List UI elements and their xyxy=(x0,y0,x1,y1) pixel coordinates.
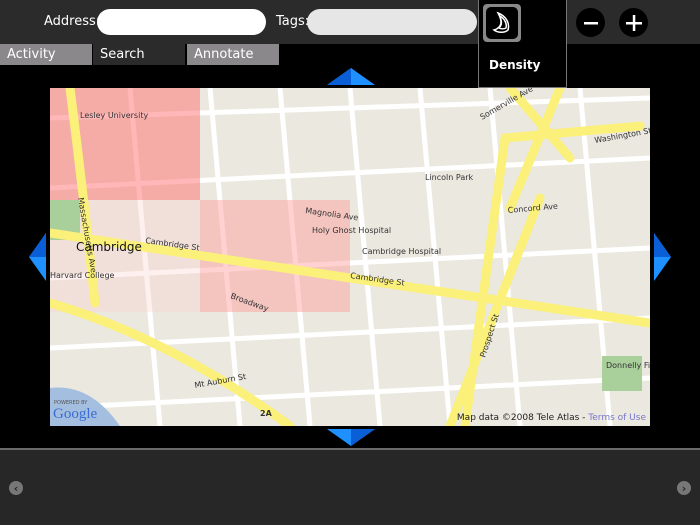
density-button[interactable] xyxy=(483,4,521,42)
density-icon xyxy=(492,11,510,33)
bottom-panel xyxy=(0,448,700,525)
pan-up-arrow[interactable] xyxy=(327,68,375,85)
map-label-cambridge-hospital: Cambridge Hospital xyxy=(362,247,441,256)
map-label-holy-ghost: Holy Ghost Hospital xyxy=(312,226,391,235)
plus-icon xyxy=(625,14,642,31)
map-label-cambridge: Cambridge xyxy=(76,240,142,254)
address-input[interactable] xyxy=(97,9,266,35)
attribution-text: Map data ©2008 Tele Atlas - xyxy=(456,413,589,423)
minus-icon xyxy=(583,21,598,24)
density-menu-item[interactable]: Density xyxy=(489,58,540,72)
tab-annotate[interactable]: Annotate xyxy=(187,44,279,65)
pan-left-arrow[interactable] xyxy=(29,233,46,281)
density-menu: Density xyxy=(478,0,567,88)
map-label-harvard: Harvard College xyxy=(50,271,115,280)
scroll-left-button[interactable]: ‹ xyxy=(9,481,23,495)
map-attribution: Map data ©2008 Tele Atlas - Terms of Use xyxy=(457,413,646,423)
address-label: Address: xyxy=(44,14,101,29)
zoom-out-button[interactable] xyxy=(576,8,605,37)
pan-right-arrow[interactable] xyxy=(654,233,671,281)
map-tiles: Lesley University Cambridge St Cambridge… xyxy=(50,88,650,426)
tags-input[interactable] xyxy=(307,9,477,35)
toolbar: Address: Tags: xyxy=(0,0,700,44)
scroll-right-button[interactable]: › xyxy=(677,481,691,495)
map-label-lincoln: Lincoln Park xyxy=(425,173,474,182)
google-logo: Google xyxy=(53,406,98,422)
tab-search[interactable]: Search xyxy=(93,44,185,65)
map-label-donnelly: Donnelly Field xyxy=(606,361,650,370)
chevron-left-icon: ‹ xyxy=(13,481,19,495)
pan-down-arrow[interactable] xyxy=(327,429,375,446)
terms-of-use-link[interactable]: Terms of Use xyxy=(588,413,646,423)
tags-label: Tags: xyxy=(276,14,310,29)
zoom-in-button[interactable] xyxy=(619,8,648,37)
map-label-lesley: Lesley University xyxy=(80,111,148,120)
tab-activity[interactable]: Activity xyxy=(0,44,92,65)
map-route-shield: 2A xyxy=(260,409,273,418)
chevron-right-icon: › xyxy=(681,481,687,495)
map[interactable]: Lesley University Cambridge St Cambridge… xyxy=(50,88,650,426)
